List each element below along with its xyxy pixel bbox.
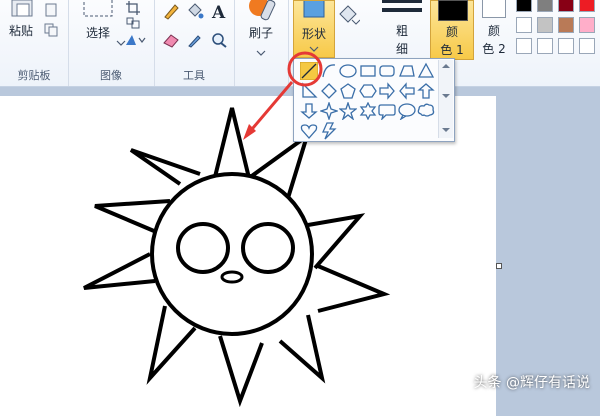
svg-text:A: A [211, 3, 226, 20]
resize-icon[interactable] [126, 14, 140, 29]
crop-icon[interactable] [126, 0, 140, 15]
drawing-canvas[interactable] [0, 96, 496, 416]
tools-group: A 工具 [154, 0, 235, 86]
size-icon[interactable] [378, 0, 426, 20]
shape-curve-icon[interactable] [320, 62, 338, 80]
ray-top-left [129, 148, 201, 186]
shape-oval-icon[interactable] [339, 62, 357, 80]
clipboard-group-label: 剪贴板 [17, 69, 51, 82]
canvas-resize-handle[interactable] [496, 263, 502, 269]
brush-icon[interactable] [246, 0, 276, 22]
outline-icon[interactable] [338, 4, 361, 28]
shape-selected-diagonal-icon[interactable] [300, 62, 318, 80]
color2-button[interactable]: 颜 色 2 [476, 0, 512, 60]
pencil-icon[interactable] [162, 2, 180, 20]
shape-diamond-icon[interactable] [320, 82, 338, 100]
shapes-gallery [293, 58, 455, 142]
shapes-label: 形状 [301, 27, 326, 41]
clipboard-group: 粘贴 剪贴板 [0, 0, 69, 86]
rotate-icon[interactable] [124, 32, 146, 46]
magnifier-icon[interactable] [210, 32, 228, 48]
palette-swatch[interactable] [579, 38, 595, 54]
eraser-icon[interactable] [162, 32, 180, 48]
palette-swatch[interactable] [516, 38, 532, 54]
color-picker-icon[interactable] [186, 32, 204, 48]
brushes-group: 刷子 [234, 0, 289, 86]
palette-swatch[interactable] [516, 0, 532, 12]
shape-pentagon-icon[interactable] [339, 82, 357, 100]
palette-swatch[interactable] [579, 0, 595, 12]
sun-face [150, 172, 314, 336]
shape-four-point-star-icon[interactable] [319, 102, 338, 120]
shape-cloud-callout-icon[interactable] [417, 102, 435, 120]
shape-rounded-rectangle-icon[interactable] [378, 62, 396, 80]
select-button[interactable]: 选择 [80, 26, 116, 40]
shape-six-point-star-icon[interactable] [359, 102, 377, 120]
palette-swatch[interactable] [537, 0, 553, 12]
shape-right-arrow-icon[interactable] [378, 82, 396, 100]
color1-label-bottom: 色 1 [440, 43, 464, 57]
color1-label-top: 颜 [445, 25, 458, 39]
color-palette [516, 0, 600, 60]
size-label-top: 粗 [395, 24, 408, 38]
shape-polygon-icon[interactable] [398, 62, 416, 80]
gallery-scrollbar[interactable] [438, 60, 453, 138]
fill-icon[interactable] [186, 2, 204, 20]
copy-icon[interactable] [44, 22, 58, 37]
color2-label-bottom: 色 2 [482, 42, 506, 56]
ray-bottom [218, 335, 264, 408]
palette-swatch[interactable] [537, 17, 553, 33]
brushes-button[interactable]: 刷子 [242, 26, 280, 40]
shape-oval-callout-icon[interactable] [397, 102, 416, 120]
size-label-bottom: 细 [395, 42, 408, 56]
shape-right-triangle-icon[interactable] [300, 82, 318, 100]
chevron-down-icon [309, 46, 319, 52]
shape-left-arrow-icon[interactable] [398, 82, 416, 100]
shape-up-arrow-icon[interactable] [417, 82, 435, 100]
shape-rounded-callout-icon[interactable] [378, 102, 396, 120]
tools-group-label: 工具 [183, 69, 205, 82]
chevron-down-icon[interactable] [256, 42, 266, 56]
shape-heart-icon[interactable] [300, 122, 318, 140]
paste-icon[interactable] [8, 0, 36, 18]
palette-swatch[interactable] [558, 17, 574, 33]
shape-triangle-icon[interactable] [417, 62, 435, 80]
shape-rectangle-icon[interactable] [359, 62, 377, 80]
ray-bottom-right [278, 314, 326, 384]
palette-swatch[interactable] [558, 0, 574, 12]
shape-five-point-star-icon[interactable] [339, 102, 357, 120]
sun-drawing [83, 107, 391, 408]
shape-lightning-icon[interactable] [320, 122, 338, 140]
palette-swatch[interactable] [516, 17, 532, 33]
ray-left [83, 252, 156, 290]
watermark: 头条 @辉仔有话说 [473, 375, 590, 391]
shapes-button[interactable]: 形状 [293, 0, 335, 58]
palette-swatch[interactable] [537, 38, 553, 54]
ray-right [317, 264, 391, 313]
image-group: 选择 图像 [68, 0, 155, 86]
paste-button[interactable]: 粘贴 [4, 24, 38, 38]
palette-swatch[interactable] [558, 38, 574, 54]
shape-hexagon-icon[interactable] [358, 82, 377, 100]
ray-right-upper [307, 213, 366, 270]
select-icon[interactable] [82, 0, 114, 18]
shape-down-arrow-icon[interactable] [300, 102, 318, 120]
cut-icon[interactable] [44, 2, 58, 17]
image-group-label: 图像 [100, 69, 122, 82]
color2-label-top: 颜 [487, 24, 500, 38]
color1-button[interactable]: 颜 色 1 [430, 0, 474, 60]
palette-swatch[interactable] [579, 17, 595, 33]
text-icon[interactable]: A [210, 2, 228, 23]
